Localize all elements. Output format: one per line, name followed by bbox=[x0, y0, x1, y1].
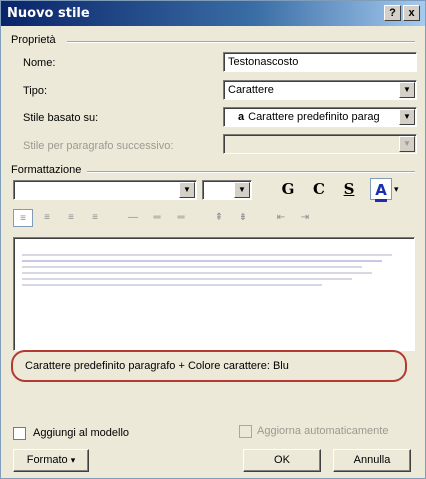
based-on-select[interactable]: a Carattere predefinito parag ▼ bbox=[223, 107, 417, 127]
chevron-down-icon[interactable]: ▼ bbox=[399, 109, 415, 125]
next-style-label: Stile per paragrafo successivo: bbox=[23, 140, 174, 152]
auto-update-checkbox bbox=[239, 425, 252, 438]
space-before-icon: ⇞ bbox=[214, 212, 224, 223]
next-style-select: ▼ bbox=[223, 134, 417, 154]
based-on-select-value: Carattere predefinito parag bbox=[248, 111, 380, 123]
single-spacing-icon: — bbox=[128, 212, 138, 223]
chevron-down-icon: ▼ bbox=[399, 136, 415, 152]
preview-text-line bbox=[22, 272, 372, 274]
space-after-icon: ⇟ bbox=[238, 212, 248, 223]
align-center-icon: ≡ bbox=[44, 212, 50, 223]
character-style-icon: a bbox=[238, 111, 245, 123]
italic-button[interactable]: C bbox=[308, 178, 330, 200]
font-select[interactable]: ▼ bbox=[13, 180, 197, 200]
add-to-template-checkbox[interactable] bbox=[13, 427, 26, 440]
help-button[interactable]: ? bbox=[384, 5, 401, 21]
type-select-value: Carattere bbox=[228, 84, 274, 96]
chevron-down-icon[interactable]: ▼ bbox=[179, 182, 195, 198]
font-color-button[interactable]: A bbox=[370, 178, 392, 202]
style-preview bbox=[13, 237, 415, 351]
align-left-icon: ≡ bbox=[13, 209, 33, 227]
name-label: Nome: bbox=[23, 57, 56, 69]
underline-button[interactable]: S bbox=[338, 178, 360, 200]
double-spacing-icon: ═ bbox=[177, 212, 185, 223]
bold-button[interactable]: G bbox=[277, 178, 299, 200]
formatting-group-label: Formattazione bbox=[11, 164, 82, 176]
cancel-button[interactable]: Annulla bbox=[333, 449, 411, 472]
name-input[interactable]: Testonascosto bbox=[223, 52, 417, 72]
auto-update-label: Aggiorna automaticamente bbox=[257, 425, 389, 437]
style-description-text: Carattere predefinito paragrafo + Colore… bbox=[25, 360, 289, 372]
new-style-dialog: Nuovo stile ? x Proprietà Nome: Testonas… bbox=[0, 0, 426, 479]
close-button[interactable]: x bbox=[403, 5, 420, 21]
preview-text-line bbox=[22, 260, 382, 262]
ok-button[interactable]: OK bbox=[243, 449, 321, 472]
increase-indent-icon: ⇥ bbox=[300, 212, 310, 223]
properties-divider bbox=[67, 41, 415, 43]
properties-group-label: Proprietà bbox=[11, 34, 56, 46]
format-button-label: Formato bbox=[26, 454, 68, 466]
decrease-indent-icon: ⇤ bbox=[276, 212, 286, 223]
type-select[interactable]: Carattere ▼ bbox=[223, 80, 417, 100]
one-half-spacing-icon: ═ bbox=[153, 212, 161, 223]
style-description: Carattere predefinito paragrafo + Colore… bbox=[11, 350, 407, 382]
type-label: Tipo: bbox=[23, 85, 48, 97]
align-right-icon: ≡ bbox=[68, 212, 74, 223]
font-size-select[interactable]: ▼ bbox=[202, 180, 252, 200]
add-to-template-label: Aggiungi al modello bbox=[33, 427, 130, 439]
font-color-dropdown-arrow[interactable]: ▾ bbox=[394, 184, 399, 195]
preview-text-line bbox=[22, 254, 392, 256]
paragraph-toolbar: ≡ ≡ ≡ ≡ — ═ ═ ⇞ ⇟ ⇤ ⇥ bbox=[13, 209, 415, 231]
window-title: Nuovo stile bbox=[7, 6, 90, 21]
preview-text-line bbox=[22, 266, 362, 268]
chevron-down-icon[interactable]: ▼ bbox=[234, 182, 250, 198]
font-color-icon: A bbox=[375, 181, 387, 202]
preview-text-line bbox=[22, 278, 352, 280]
chevron-down-icon[interactable]: ▼ bbox=[399, 82, 415, 98]
align-justify-icon: ≡ bbox=[92, 212, 98, 223]
preview-text-line bbox=[22, 284, 322, 286]
title-bar: Nuovo stile ? x bbox=[1, 1, 425, 26]
chevron-down-icon: ▾ bbox=[70, 455, 76, 465]
format-button[interactable]: Formato ▾ bbox=[13, 449, 89, 472]
formatting-divider bbox=[87, 171, 415, 173]
based-on-label: Stile basato su: bbox=[23, 112, 99, 124]
